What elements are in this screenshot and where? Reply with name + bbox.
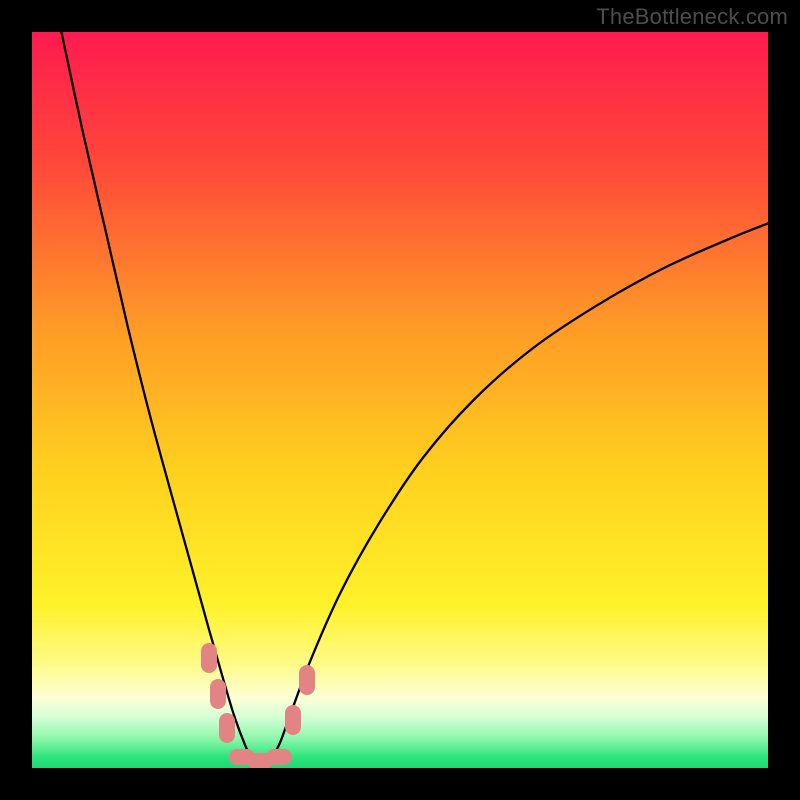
curve-marker — [266, 749, 292, 765]
curve-marker — [210, 679, 226, 709]
chart-frame: TheBottleneck.com — [0, 0, 800, 800]
curve-marker — [285, 705, 301, 735]
curve-marker — [219, 713, 235, 743]
plot-area — [32, 32, 768, 768]
curve-marker — [299, 665, 315, 695]
bottleneck-curve — [32, 32, 768, 768]
curve-marker — [201, 643, 217, 673]
watermark-text: TheBottleneck.com — [596, 4, 788, 30]
